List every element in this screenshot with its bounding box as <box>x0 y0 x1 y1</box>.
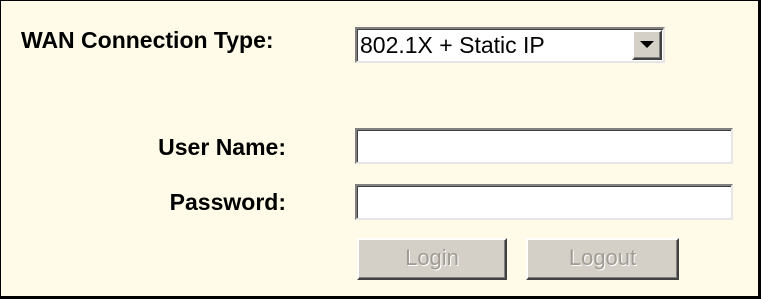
user-name-input[interactable] <box>355 128 733 164</box>
wan-connection-type-label: WAN Connection Type: <box>21 27 274 53</box>
user-name-label: User Name: <box>158 134 286 160</box>
password-input[interactable] <box>355 184 733 220</box>
wan-connection-type-value: 802.1X + Static IP <box>360 32 545 58</box>
logout-button[interactable]: Logout <box>526 238 679 280</box>
wan-settings-panel: WAN Connection Type: 802.1X + Static IP … <box>0 0 761 299</box>
dropdown-button[interactable] <box>632 30 662 60</box>
password-label: Password: <box>169 189 286 215</box>
login-button[interactable]: Login <box>357 238 507 280</box>
chevron-down-icon <box>640 41 654 48</box>
wan-connection-type-select[interactable]: 802.1X + Static IP <box>355 27 665 63</box>
